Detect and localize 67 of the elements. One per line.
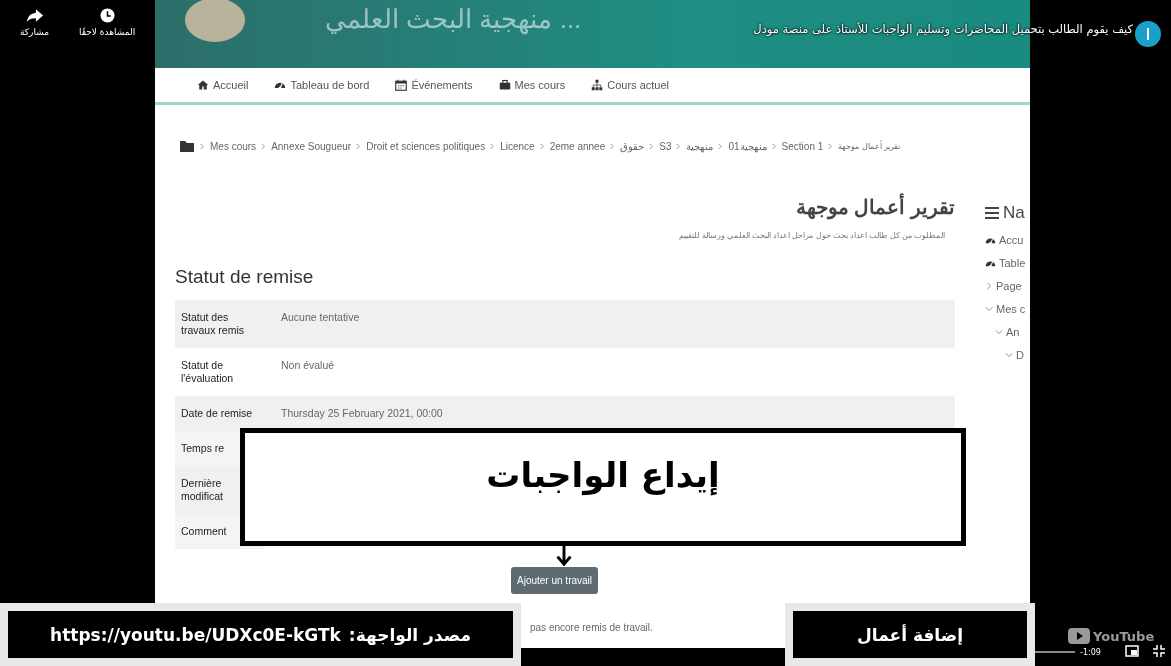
add-submission-button[interactable]: Ajouter un travail xyxy=(511,567,599,594)
caption-text: مصدر الواجهة: xyxy=(348,624,471,645)
breadcrumb-link[interactable]: Droit et sciences politiques xyxy=(366,140,486,152)
breadcrumb-link[interactable]: Section 1 xyxy=(781,140,824,152)
chevron-right-icon xyxy=(828,142,834,150)
nav-link[interactable]: Mes cours xyxy=(498,79,566,91)
time-remaining: -1:09 xyxy=(1080,648,1101,657)
chevron-right-icon xyxy=(356,142,362,150)
clock-icon xyxy=(99,8,115,23)
home-icon xyxy=(197,79,209,91)
source-link[interactable]: https://youtu.be/UDXc0E-kGTk xyxy=(50,624,341,645)
chevron-right-icon xyxy=(200,142,205,150)
nav-link[interactable]: Cours actuel xyxy=(591,79,670,91)
row-label: Date de remise xyxy=(175,396,265,431)
exit-fullscreen-icon[interactable] xyxy=(1153,645,1165,657)
logo-placeholder xyxy=(185,0,245,42)
calendar-icon xyxy=(395,79,408,91)
breadcrumb-link[interactable]: Annexe Sougueur xyxy=(271,140,352,152)
row-label: Statut des travaux remis xyxy=(175,300,265,348)
breadcrumb-link[interactable]: تقرير أعمال موجهة xyxy=(838,141,900,151)
block-heading: Na xyxy=(1003,203,1025,223)
nav-tree-item[interactable]: Accu xyxy=(985,234,1026,246)
nav-tree-item[interactable]: Page xyxy=(985,280,1026,292)
chevron-right-icon xyxy=(261,142,267,150)
share-button[interactable]: مشاركة xyxy=(20,8,50,37)
chevron-right-icon xyxy=(676,142,682,150)
chevron-right-icon xyxy=(610,142,616,150)
caption-text: إضافة أعمال xyxy=(857,624,963,645)
section-heading: Statut de remise xyxy=(175,266,315,288)
breadcrumb-link[interactable]: 01منهجية xyxy=(728,140,767,152)
breadcrumb-link[interactable]: حقوق xyxy=(620,140,645,152)
nav-link[interactable]: Tableau de bord xyxy=(274,79,370,91)
down-arrow-icon xyxy=(555,546,573,566)
breadcrumb-link[interactable]: 2eme annee xyxy=(549,140,606,152)
page-title: تقرير أعمال موجهة xyxy=(175,195,955,219)
watch-later-button[interactable]: المشاهدة لاحقًا xyxy=(79,8,136,37)
folder-icon xyxy=(179,139,195,153)
nav-tree-item[interactable]: Mes c xyxy=(985,303,1026,315)
nav-link[interactable]: Accueil xyxy=(197,79,249,91)
menu-icon xyxy=(985,207,999,219)
channel-avatar-icon[interactable] xyxy=(1135,21,1161,47)
row-value: Aucune tentative xyxy=(265,300,955,348)
briefcase-icon xyxy=(498,79,511,91)
row-value: Non évalué xyxy=(265,348,955,396)
chevron-right-icon xyxy=(490,142,496,150)
breadcrumb-link[interactable]: S3 xyxy=(659,140,672,152)
chevron-right-icon xyxy=(718,142,724,150)
chevron-right-icon xyxy=(539,142,545,150)
row-label: Statut de l'évaluation xyxy=(175,348,265,396)
chevron-right-icon xyxy=(771,142,777,150)
share-icon xyxy=(25,8,44,23)
annotation-box: إيداع الواجبات xyxy=(240,428,966,546)
submission-note: pas encore remis de travail. xyxy=(530,622,654,633)
youtube-logo-text[interactable]: YouTube xyxy=(1093,628,1155,644)
breadcrumb-link[interactable]: Mes cours xyxy=(210,140,257,152)
play-logo-icon xyxy=(1068,628,1090,644)
site-title: ... منهجية البحث العلمي xyxy=(325,4,582,35)
miniplayer-icon[interactable] xyxy=(1125,645,1139,657)
nav-tree-item[interactable]: An xyxy=(995,326,1026,338)
breadcrumb-link[interactable]: Licence xyxy=(500,140,535,152)
assignment-description: المطلوب من كل طالب اعداد بحث حول مراحل اعداد البحث العلمي ورسالة للتقييم xyxy=(678,231,946,240)
breadcrumb-link[interactable]: منهجية xyxy=(686,140,714,152)
nav-link[interactable]: Événements xyxy=(395,79,473,91)
nav-tree-item[interactable]: Table xyxy=(985,257,1026,269)
sitemap-icon xyxy=(591,79,604,91)
chevron-right-icon xyxy=(649,142,655,150)
nav-tree-item[interactable]: D xyxy=(1005,349,1026,361)
